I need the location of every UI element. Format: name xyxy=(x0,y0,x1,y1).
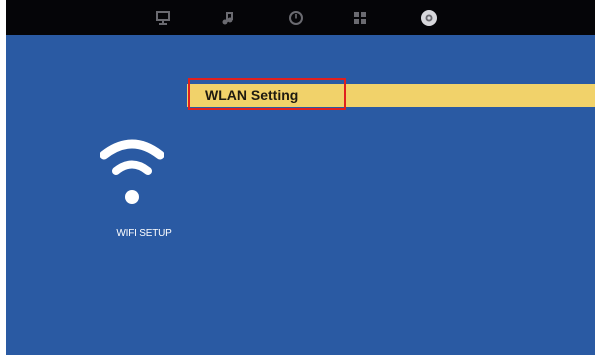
clock-icon[interactable] xyxy=(285,7,307,29)
monitor-icon[interactable] xyxy=(152,7,174,29)
tv-settings-screen: WLAN Setting WIFI SETUP xyxy=(6,0,595,355)
grid-icon[interactable] xyxy=(349,7,371,29)
wifi-icon xyxy=(99,131,165,211)
settings-icon[interactable] xyxy=(418,7,440,29)
selection-highlight xyxy=(188,78,346,110)
music-icon[interactable] xyxy=(217,7,239,29)
top-tab-bar xyxy=(6,0,595,35)
wifi-setup-label: WIFI SETUP xyxy=(116,228,172,239)
